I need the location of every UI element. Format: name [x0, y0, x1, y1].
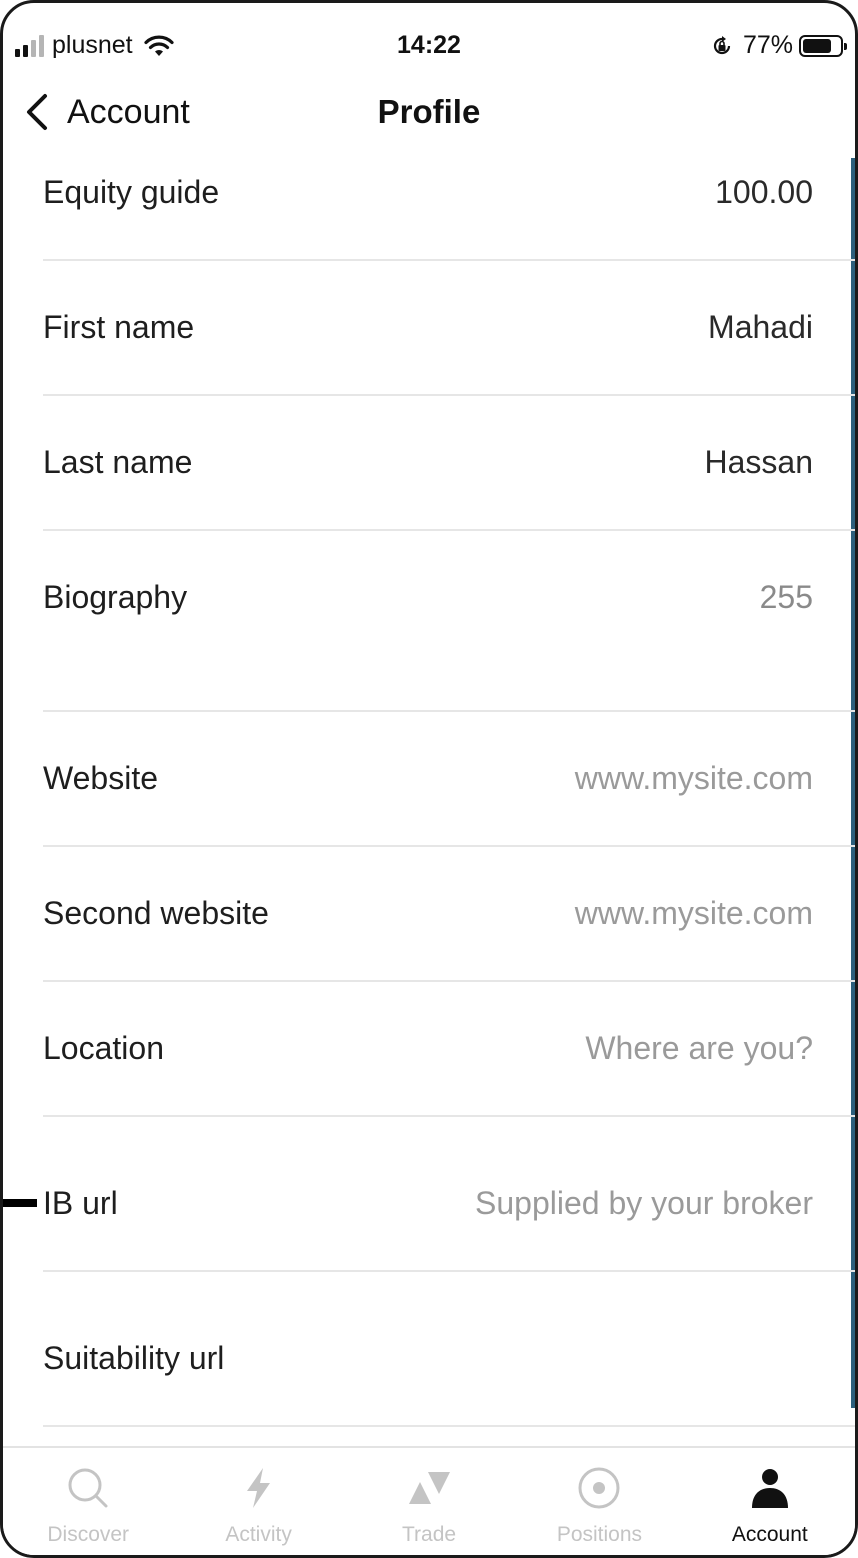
first-name-input[interactable]: Mahadi [708, 309, 813, 346]
field-row-biography[interactable]: Biography 255 [43, 531, 855, 712]
page-title: Profile [377, 93, 481, 130]
tab-label: Activity [225, 1523, 292, 1546]
tab-label: Trade [401, 1523, 457, 1546]
person-icon [751, 1469, 788, 1508]
field-row-first-name[interactable]: First name Mahadi [43, 261, 855, 396]
field-row-equity-guide[interactable]: Equity guide 100.00 [43, 158, 855, 261]
tab-bar: Discover Activity Trade Positions Accoun… [3, 1446, 855, 1555]
field-row-location[interactable]: Location Where are you? [43, 982, 855, 1117]
tab-label: Positions [556, 1523, 643, 1546]
field-label: Second website [43, 895, 269, 931]
trade-triangles-icon [409, 1472, 451, 1504]
search-icon [68, 1468, 108, 1508]
tab-trade[interactable]: Trade [344, 1448, 514, 1555]
field-label: Website [43, 760, 159, 796]
website-input[interactable]: www.mysite.com [575, 760, 813, 797]
location-input[interactable]: Where are you? [585, 1030, 813, 1067]
profile-form: Equity guide 100.00 First name Mahadi La… [3, 158, 855, 1446]
field-row-suitability-url[interactable]: Suitability url [43, 1272, 855, 1427]
tab-activity[interactable]: Activity [173, 1448, 343, 1555]
field-label: Location [43, 1030, 164, 1066]
tab-discover[interactable]: Discover [3, 1448, 173, 1555]
battery-icon [799, 34, 847, 57]
orientation-lock-icon [713, 35, 731, 54]
biography-char-counter: 255 [759, 579, 813, 615]
status-right: 77% [711, 31, 847, 60]
tab-label: Account [731, 1523, 808, 1546]
field-label: Suitability url [43, 1340, 225, 1376]
ib-url-input[interactable]: Supplied by your broker [475, 1185, 813, 1222]
equity-guide-input[interactable]: 100.00 [715, 174, 813, 211]
field-row-website[interactable]: Website www.mysite.com [43, 712, 855, 847]
battery-fill [803, 38, 831, 53]
nav-bar: Account Profile [3, 89, 855, 159]
target-circle-icon [578, 1467, 620, 1509]
field-label: Equity guide [43, 174, 220, 210]
phone-frame: plusnet 14:22 77% Account Profile Equity… [0, 0, 858, 1558]
second-website-input[interactable]: www.mysite.com [575, 895, 813, 932]
tab-label: Discover [47, 1523, 130, 1546]
status-bar: plusnet 14:22 77% [3, 3, 855, 89]
field-label: Biography [43, 579, 188, 615]
last-name-input[interactable]: Hassan [705, 444, 814, 481]
tab-account[interactable]: Account [685, 1448, 855, 1555]
battery-percent: 77% [742, 31, 793, 59]
field-label: Last name [43, 444, 193, 480]
field-label: First name [43, 309, 195, 345]
field-row-ib-url[interactable]: IB url Supplied by your broker [43, 1117, 855, 1272]
field-row-second-website[interactable]: Second website www.mysite.com [43, 847, 855, 982]
lightning-icon [246, 1468, 270, 1508]
field-label: IB url [43, 1185, 118, 1221]
tab-positions[interactable]: Positions [514, 1448, 684, 1555]
field-row-last-name[interactable]: Last name Hassan [43, 396, 855, 531]
